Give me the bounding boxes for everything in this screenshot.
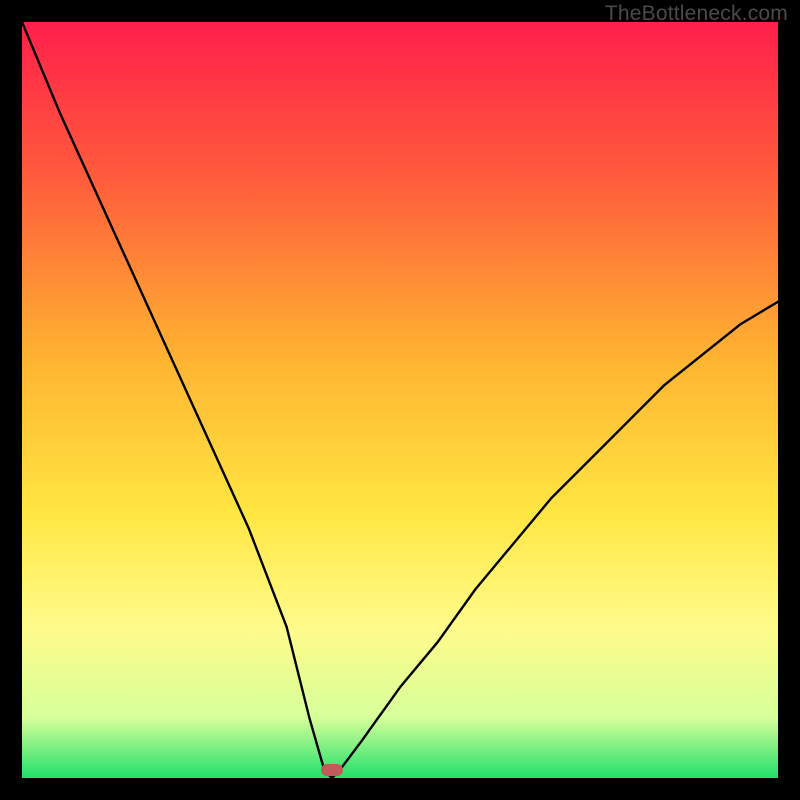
optimum-marker — [321, 764, 343, 776]
bottleneck-curve — [22, 22, 778, 778]
chart-frame: TheBottleneck.com — [0, 0, 800, 800]
watermark-text: TheBottleneck.com — [605, 2, 788, 26]
